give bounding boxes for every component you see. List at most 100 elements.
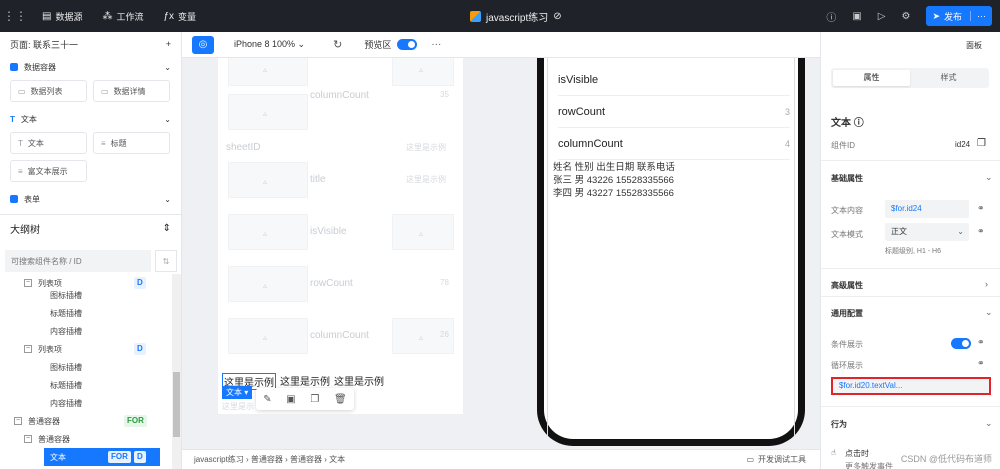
page-selector[interactable]: 页面: 联系三十一 + — [0, 32, 181, 56]
divider — [821, 160, 1000, 161]
component-data-detail[interactable]: ▭ 数据详情 — [93, 80, 170, 102]
image-placeholder-icon: ▵ — [419, 229, 424, 238]
add-page-button[interactable]: + — [166, 39, 171, 49]
collapse-icon[interactable]: − — [24, 435, 32, 443]
chevron-down-icon[interactable]: ⌄ — [164, 63, 171, 72]
text-mode-select[interactable]: 正文 ⌄ — [885, 223, 969, 241]
tree-item[interactable]: 内容插槽 — [50, 394, 82, 412]
component-heading[interactable]: ≡ 标题 — [93, 132, 170, 154]
phone-preview: isVisible rowCount 3 columnCount 4 姓名 性别… — [537, 58, 805, 446]
preview-toggle[interactable] — [397, 39, 418, 50]
device-selector[interactable]: iPhone 8 100% ⌄ — [234, 39, 305, 50]
chevron-down-icon[interactable]: ⌄ — [164, 195, 171, 204]
menu-workflow-label: 工作流 — [116, 11, 144, 22]
tree-item[interactable]: 标题插槽 — [50, 304, 82, 322]
menu-variables[interactable]: ƒx 变量 — [163, 10, 196, 23]
page-selector-label[interactable]: 页面: 联系三十一 — [10, 38, 78, 51]
save-icon[interactable]: ▣ — [286, 394, 295, 405]
section-basic-props[interactable]: 基础属性 — [831, 173, 863, 184]
component-data-list[interactable]: ▭ 数据列表 — [10, 80, 87, 102]
terminal-icon: ▭ — [746, 455, 754, 464]
tree-item-container[interactable]: − 普通容器 — [24, 430, 172, 448]
tree-item-list-item[interactable]: − 列表项 D — [24, 340, 172, 358]
collapse-icon[interactable]: − — [14, 417, 22, 425]
expand-collapse-icon[interactable]: ⇕ — [163, 223, 171, 234]
tree-item-text-selected[interactable]: 文本 FOR D — [44, 448, 160, 466]
tree-item[interactable]: 内容插槽 — [50, 322, 82, 340]
apps-grid-icon[interactable]: ⋮⋮ — [0, 9, 30, 23]
database-icon: ▤ — [42, 10, 52, 22]
tree-item[interactable]: 图标插槽 — [50, 286, 82, 304]
outline-search-input[interactable] — [5, 250, 151, 272]
help-icon[interactable]: ⓘ — [826, 9, 836, 24]
play-icon[interactable]: ▷ — [878, 11, 886, 22]
condition-display-toggle[interactable] — [951, 338, 971, 349]
component-id-label: 组件ID — [831, 141, 855, 150]
menu-datasource[interactable]: ▤ 数据源 — [42, 10, 82, 23]
more-events-link[interactable]: 更多触发事件 — [845, 461, 893, 469]
ghost-footer-text: 这里是示 — [222, 402, 254, 411]
panel-label[interactable]: 面板 — [966, 40, 982, 51]
edit-icon[interactable]: ✎ — [263, 394, 271, 405]
tree-item-list-item[interactable]: − 列表项 D — [24, 274, 172, 292]
publish-more-button[interactable]: ··· — [970, 11, 986, 21]
component-text[interactable]: T 文本 — [10, 132, 87, 154]
menu-workflow[interactable]: ⁂ 工作流 — [102, 10, 143, 23]
tag-d: D — [134, 277, 146, 289]
tag-for: FOR — [124, 415, 147, 427]
chevron-down-icon: ⌄ — [957, 227, 964, 236]
canvas-more-button[interactable]: ··· — [431, 39, 441, 50]
chevron-down-icon[interactable]: ⌄ — [985, 307, 993, 318]
bind-link-icon[interactable]: ⚭ — [977, 226, 985, 237]
menu-variables-label: 变量 — [178, 11, 197, 22]
component-label: 标题 — [110, 138, 127, 148]
save-icon[interactable]: ▣ — [852, 11, 861, 22]
outline-stepper[interactable]: ⇅ — [155, 250, 177, 272]
text-content-input[interactable]: $for.id24 — [885, 200, 969, 218]
tree-item-container[interactable]: − 普通容器 FOR — [14, 412, 172, 430]
section-general-config[interactable]: 通用配置 — [831, 308, 863, 319]
tree-scrollbar-thumb[interactable] — [173, 372, 180, 437]
tree-item[interactable]: 标题插槽 — [50, 376, 82, 394]
data-container-icon — [10, 63, 18, 71]
chevron-down-icon[interactable]: ⌄ — [164, 115, 171, 124]
bind-link-icon[interactable]: ⚭ — [977, 337, 985, 348]
breadcrumb[interactable]: javascript练习 › 普通容器 › 普通容器 › 文本 — [194, 454, 345, 465]
loop-display-input[interactable]: $for.id20.textVal... — [831, 377, 991, 395]
bind-link-icon[interactable]: ⚭ — [977, 203, 985, 214]
section-text[interactable]: T 文本 ⌄ — [0, 108, 181, 130]
publish-button[interactable]: ➤ 发布 ··· — [926, 6, 992, 26]
section-form[interactable]: 表单 ⌄ — [0, 188, 181, 210]
component-rich-text[interactable]: ≡ 富文本展示 — [10, 160, 87, 182]
settings-icon[interactable]: ⚙ — [901, 11, 910, 22]
collapse-icon[interactable]: − — [24, 345, 32, 353]
image-placeholder-icon: ▵ — [419, 333, 424, 342]
send-icon: ➤ — [932, 10, 940, 21]
section-advanced-props[interactable]: 高级属性 — [831, 280, 863, 291]
chevron-down-icon[interactable]: ⌄ — [985, 172, 993, 183]
copy-icon[interactable]: ❐ — [310, 394, 319, 405]
delete-icon[interactable]: 🗑 — [334, 394, 347, 405]
selected-component-tag[interactable]: 文本 ▾ — [222, 386, 253, 399]
chevron-down-icon[interactable]: ⌄ — [985, 418, 993, 429]
text-content-label: 文本内容 — [831, 206, 863, 215]
section-data-container[interactable]: 数据容器 ⌄ — [0, 56, 181, 78]
divider — [821, 268, 1000, 269]
section-title: 表单 — [24, 194, 40, 204]
tab-style[interactable]: 样式 — [910, 70, 987, 86]
copy-icon[interactable]: ❐ — [977, 138, 986, 149]
bind-link-icon[interactable]: ⚭ — [977, 358, 985, 369]
tree-item[interactable]: 图标插槽 — [50, 358, 82, 376]
ghost-value: 26 — [440, 330, 449, 339]
placeholder-image: ▵ — [228, 214, 308, 250]
refresh-icon[interactable]: ↻ — [333, 38, 342, 51]
canvas-logo-button[interactable]: ◎ — [192, 35, 214, 54]
section-behavior[interactable]: 行为 — [831, 419, 847, 430]
chevron-right-icon[interactable]: › — [985, 279, 988, 289]
collapse-icon[interactable]: − — [24, 279, 32, 287]
on-click-event[interactable]: 点击时 — [845, 448, 869, 459]
debug-tools-button[interactable]: ▭ 开发调试工具 — [746, 454, 806, 465]
tag-for: FOR — [108, 451, 131, 463]
tab-properties[interactable]: 属性 — [833, 70, 910, 86]
section-title: 数据容器 — [24, 62, 56, 72]
